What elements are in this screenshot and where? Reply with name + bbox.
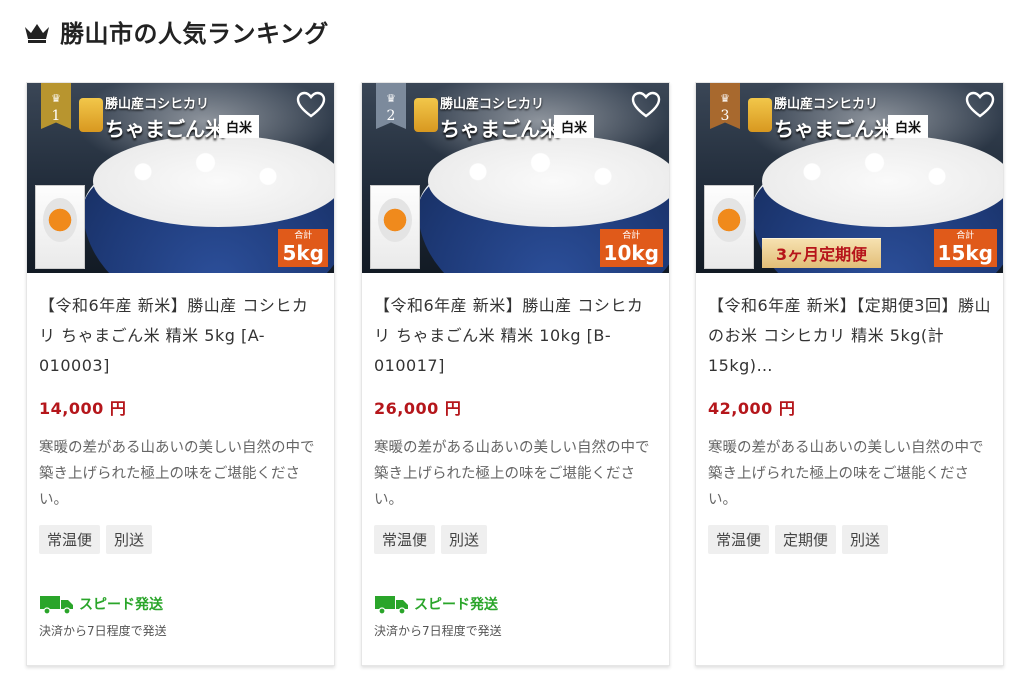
image-brand-line2: ちゃまごん米 xyxy=(105,117,225,141)
rank-badge: ♛ 3 xyxy=(710,83,740,129)
speed-shipping: スピード発送 xyxy=(374,593,502,615)
tag-list: 常温便 別送 xyxy=(39,525,322,554)
weight-value: 10kg xyxy=(603,241,659,265)
award-seal xyxy=(748,98,772,132)
speed-label: スピード発送 xyxy=(79,597,163,613)
weight-value: 5kg xyxy=(282,241,324,265)
page-title: 勝山市の人気ランキング xyxy=(60,20,329,48)
tag-list: 常温便 別送 xyxy=(374,525,657,554)
speed-label: スピード発送 xyxy=(414,597,498,613)
tag: 別送 xyxy=(842,525,889,554)
image-brand-line2: ちゃまごん米 xyxy=(440,117,560,141)
rank-badge: ♛ 2 xyxy=(376,83,406,129)
tag: 別送 xyxy=(441,525,488,554)
product-card-2[interactable]: ♛ 2 勝山産コシヒカリ ちゃまごん米 白米 合計 10kg 【令和6年産 新米… xyxy=(361,82,670,666)
rank-crown-icon: ♛ xyxy=(386,92,396,105)
truck-icon xyxy=(375,596,408,615)
product-title[interactable]: 【令和6年産 新米】勝山産 コシヒカリ ちゃまごん米 精米 5kg [A-010… xyxy=(39,291,322,381)
product-description: 寒暖の差がある山あいの美しい自然の中で築き上げられた極上の味をご堪能ください。 xyxy=(708,440,984,508)
ship-note: 決済から7日程度で発送 xyxy=(39,624,167,638)
product-price: 14,000 円 xyxy=(39,399,127,418)
product-price: 42,000 円 xyxy=(708,399,796,418)
favorite-heart-icon[interactable] xyxy=(296,91,326,119)
tag: 別送 xyxy=(106,525,153,554)
image-brand-line2: ちゃまごん米 xyxy=(774,117,894,141)
tag: 定期便 xyxy=(775,525,837,554)
image-brand-line1: 勝山産コシヒカリ xyxy=(105,97,210,112)
product-title[interactable]: 【令和6年産 新米】【定期便3回】勝山のお米 コシヒカリ 精米 5kg(計15k… xyxy=(708,291,991,381)
product-title[interactable]: 【令和6年産 新米】勝山産 コシヒカリ ちゃまごん米 精米 10kg [B-01… xyxy=(374,291,657,381)
tag: 常温便 xyxy=(708,525,770,554)
image-brand-line1: 勝山産コシヒカリ xyxy=(440,97,545,112)
rank-number: 2 xyxy=(386,108,396,124)
hakumai-label: 白米 xyxy=(888,115,929,138)
rank-number: 1 xyxy=(51,108,61,124)
rank-number: 3 xyxy=(720,108,730,124)
favorite-heart-icon[interactable] xyxy=(631,91,661,119)
image-caption: 勝山産コシヒカリ ちゃまごん米 xyxy=(440,93,560,142)
rank-crown-icon: ♛ xyxy=(51,92,61,105)
image-caption: 勝山産コシヒカリ ちゃまごん米 xyxy=(774,93,894,142)
rice-package xyxy=(370,185,420,269)
product-card-1[interactable]: ♛ 1 勝山産コシヒカリ ちゃまごん米 白米 合計 5kg 【令和6年産 新米】… xyxy=(26,82,335,666)
favorite-heart-icon[interactable] xyxy=(965,91,995,119)
weight-badge: 合計 5kg xyxy=(278,229,328,267)
weight-value: 15kg xyxy=(937,241,993,265)
product-image[interactable]: ♛ 1 勝山産コシヒカリ ちゃまごん米 白米 合計 5kg xyxy=(27,83,334,273)
image-brand-line1: 勝山産コシヒカリ xyxy=(774,97,879,112)
product-description: 寒暖の差がある山あいの美しい自然の中で築き上げられた極上の味をご堪能ください。 xyxy=(39,440,315,508)
weight-badge: 合計 15kg xyxy=(933,229,997,267)
speed-shipping: スピード発送 xyxy=(39,593,167,615)
shipping-info: スピード発送 決済から7日程度で発送 xyxy=(39,593,167,639)
product-image[interactable]: ♛ 2 勝山産コシヒカリ ちゃまごん米 白米 合計 10kg xyxy=(362,83,669,273)
crown-icon xyxy=(25,23,49,43)
product-description: 寒暖の差がある山あいの美しい自然の中で築き上げられた極上の味をご堪能ください。 xyxy=(374,440,650,508)
award-seal xyxy=(414,98,438,132)
tag: 常温便 xyxy=(374,525,436,554)
image-caption: 勝山産コシヒカリ ちゃまごん米 xyxy=(105,93,225,142)
hakumai-label: 白米 xyxy=(554,115,595,138)
product-card-3[interactable]: ♛ 3 勝山産コシヒカリ ちゃまごん米 白米 3ヶ月定期便 合計 15kg 【令… xyxy=(695,82,1004,666)
rice-package xyxy=(704,185,754,269)
weight-badge: 合計 10kg xyxy=(599,229,663,267)
tag-list: 常温便 定期便 別送 xyxy=(708,525,991,554)
shipping-info: スピード発送 決済から7日程度で発送 xyxy=(374,593,502,639)
rank-crown-icon: ♛ xyxy=(720,92,730,105)
rank-badge: ♛ 1 xyxy=(41,83,71,129)
product-price: 26,000 円 xyxy=(374,399,462,418)
tag: 常温便 xyxy=(39,525,101,554)
product-image[interactable]: ♛ 3 勝山産コシヒカリ ちゃまごん米 白米 3ヶ月定期便 合計 15kg xyxy=(696,83,1003,273)
truck-icon xyxy=(40,596,73,615)
subscription-banner: 3ヶ月定期便 xyxy=(762,238,882,268)
hakumai-label: 白米 xyxy=(219,115,260,138)
ship-note: 決済から7日程度で発送 xyxy=(374,624,502,638)
ranking-header: 勝山市の人気ランキング xyxy=(24,14,329,49)
award-seal xyxy=(79,98,103,132)
rice-package xyxy=(35,185,85,269)
